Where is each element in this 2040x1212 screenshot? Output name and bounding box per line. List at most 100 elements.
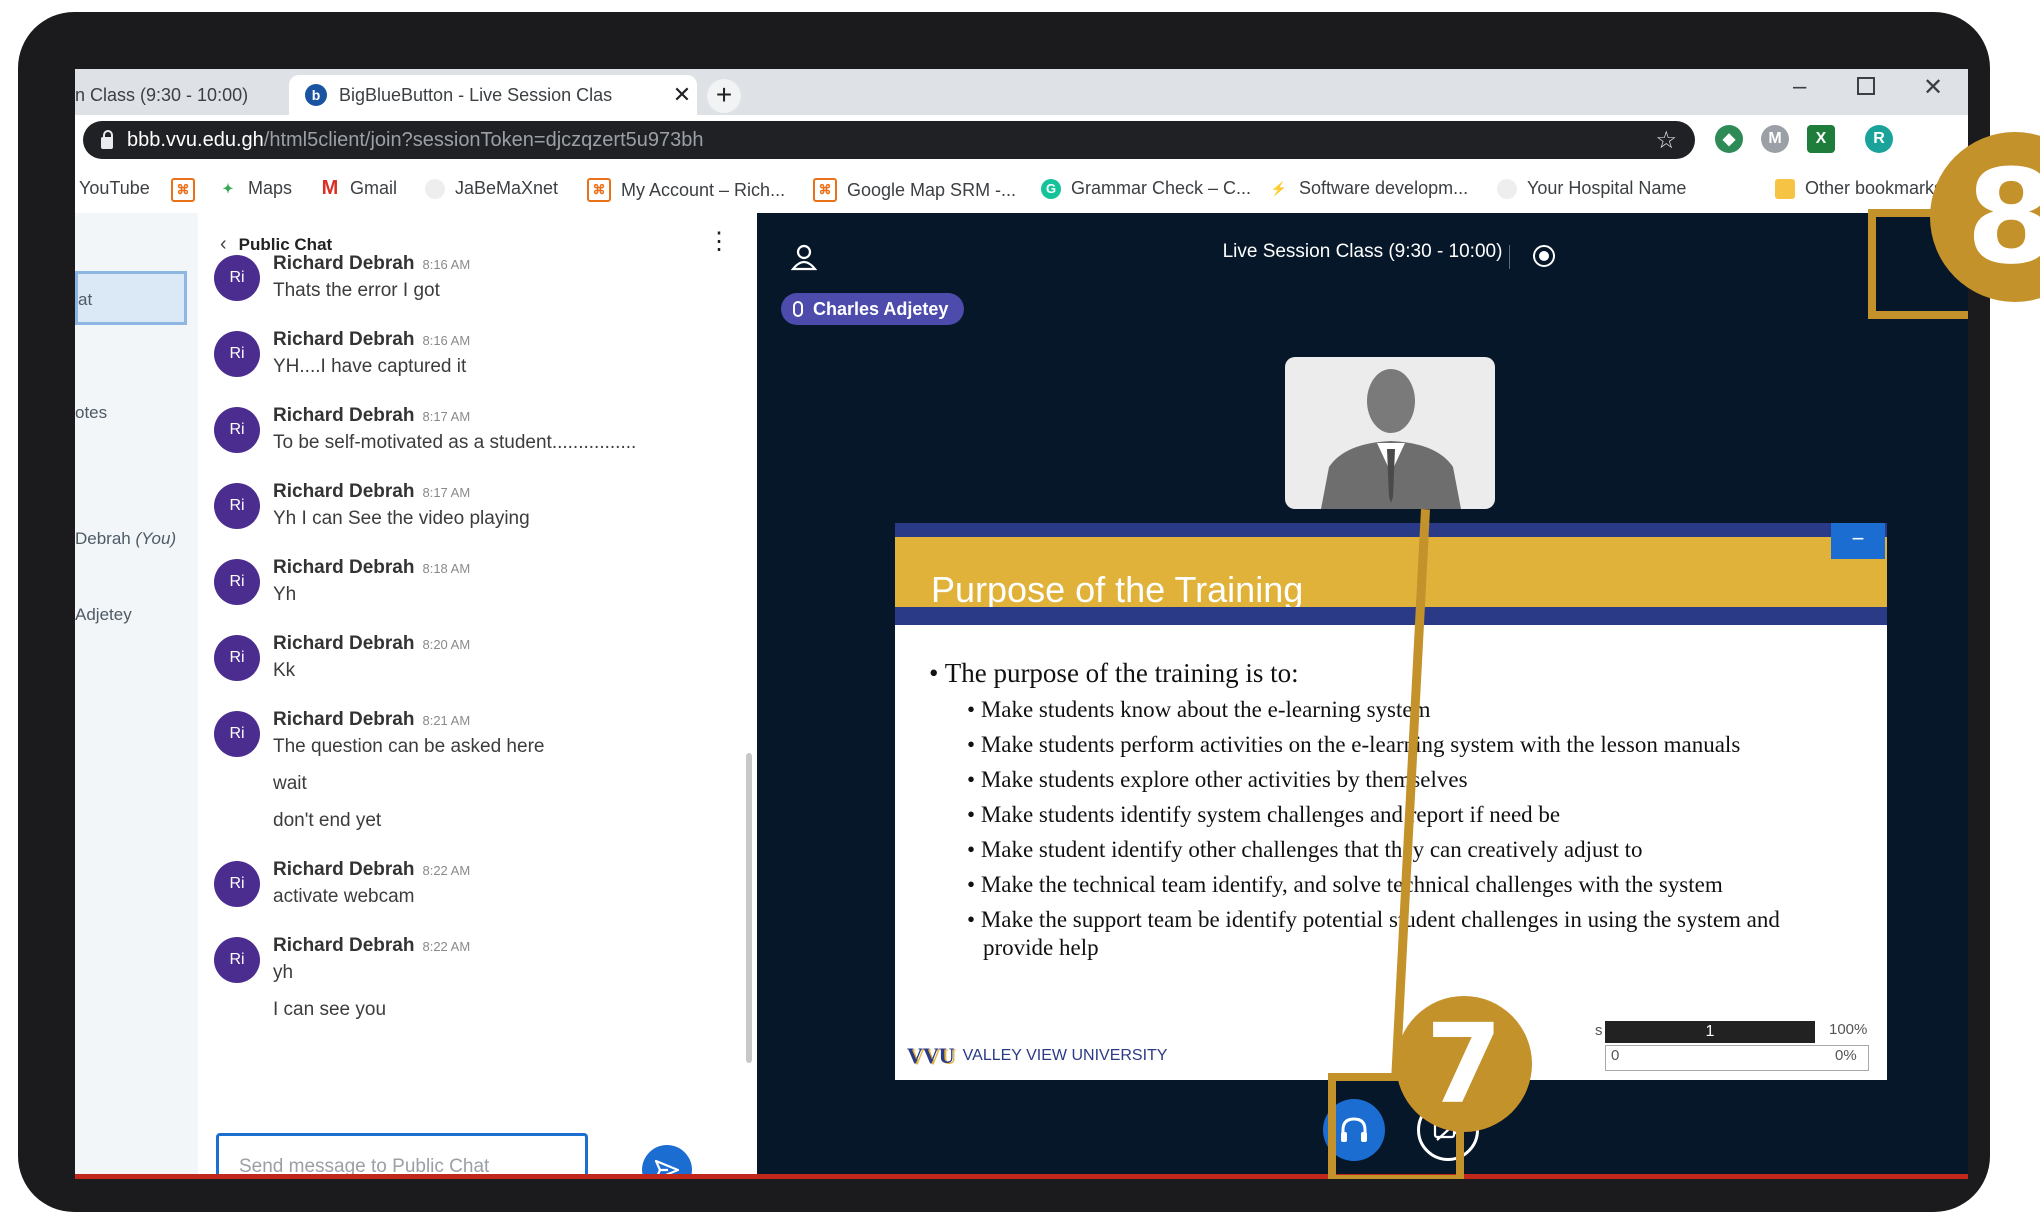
presentation-area: Live Session Class (9:30 - 10:00) ⋮ Char…	[757, 213, 1968, 1179]
folder-icon	[1775, 178, 1795, 199]
message-author: Richard Debrah 8:17 AM	[273, 481, 470, 503]
extension-globe-icon[interactable]: ◆	[1715, 125, 1743, 153]
html-icon: ⌘	[587, 178, 611, 202]
recording-icon[interactable]	[1533, 245, 1555, 267]
talking-indicator: Charles Adjetey	[781, 293, 965, 325]
bookmark-label: My Account – Rich...	[621, 179, 786, 200]
message-time: 8:20 AM	[422, 637, 471, 652]
message-time: 8:21 AM	[422, 713, 471, 728]
slide-band-bottom	[895, 607, 1887, 625]
slide-bullet: • Make student identify other challenges…	[967, 837, 1643, 862]
url-path: /html5client/join?sessionToken=djczqzert…	[263, 128, 704, 151]
bookmark-software-development[interactable]: ⚡ Software developm...	[1269, 178, 1468, 199]
address-bar[interactable]: bbb.vvu.edu.gh/html5client/join?sessionT…	[83, 121, 1695, 159]
message-time: 8:17 AM	[422, 485, 471, 500]
bookmark-label: YouTube	[79, 178, 150, 198]
avatar: Ri	[214, 861, 260, 907]
zoom-slider[interactable]	[1605, 1045, 1869, 1071]
bookmark-youtube[interactable]: YouTube	[79, 178, 150, 199]
user-item-self[interactable]: Debrah (You)	[75, 529, 176, 549]
message-author: Richard Debrah 8:22 AM	[273, 859, 470, 881]
html-icon: ⌘	[171, 178, 195, 202]
bookmark-grammar-check[interactable]: G Grammar Check – C...	[1041, 178, 1251, 199]
webcam-video[interactable]	[1285, 357, 1495, 509]
user-item-charles[interactable]: Adjetey	[75, 605, 132, 625]
author-name: Richard Debrah	[273, 633, 415, 654]
slide-bullet: • Make students perform activities on th…	[967, 732, 1741, 757]
bookmark-hospital[interactable]: Your Hospital Name	[1497, 178, 1686, 199]
divider	[1509, 245, 1510, 269]
minimize-presentation-button[interactable]: −	[1831, 523, 1885, 559]
extension-m-icon[interactable]: M	[1761, 125, 1789, 153]
message-author: Richard Debrah 8:16 AM	[273, 253, 470, 275]
extension-x-icon[interactable]: X	[1807, 125, 1835, 153]
avatar: Ri	[214, 331, 260, 377]
microphone-icon	[793, 301, 803, 317]
message-author: Richard Debrah 8:18 AM	[273, 557, 470, 579]
bookmark-star-icon[interactable]: ☆	[1655, 126, 1677, 155]
chat-panel: ‹ Public Chat ⋮ Ri Richard Debrah 8:16 AM T…	[198, 213, 757, 1179]
message-text: To be self-motivated as a student.......…	[273, 432, 637, 453]
bookmark-maps[interactable]: ✦ Maps	[218, 178, 292, 199]
bookmark-google-map-srm[interactable]: ⌘ Google Map SRM -...	[813, 178, 1016, 202]
laptop-frame: n Class (9:30 - 10:00) ✕ b BigBlueButton…	[18, 12, 1990, 1212]
close-tab-icon[interactable]: ✕	[667, 82, 697, 108]
profile-avatar[interactable]: R	[1865, 125, 1893, 153]
user-name: Debrah	[75, 529, 131, 548]
bookmarks-bar: YouTube ⌘ ✦ Maps M Gmail JaBeMaXnet ⌘ My Ac…	[75, 165, 1968, 214]
avatar: Ri	[214, 937, 260, 983]
message-text: Yh	[273, 584, 297, 605]
grammarly-icon: G	[1041, 178, 1061, 199]
tab-title: BigBlueButton - Live Session Clas	[339, 84, 613, 105]
bookmark-label: Your Hospital Name	[1527, 178, 1687, 198]
zoom-label-fragment: s	[1595, 1022, 1603, 1039]
user-name: Adjetey	[75, 605, 132, 624]
public-chat-nav-item[interactable]: at	[75, 271, 187, 325]
slide-bullet: • Make students explore other activities…	[967, 767, 1468, 792]
lock-icon	[101, 130, 113, 149]
zoom-percent: 100%	[1829, 1021, 1868, 1038]
chat-options-icon[interactable]: ⋮	[707, 227, 731, 256]
avatar: Ri	[214, 559, 260, 605]
minimize-window-icon[interactable]: –	[1793, 73, 1806, 101]
lightning-icon: ⚡	[1270, 180, 1288, 196]
bookmark-icon-orange[interactable]: ⌘	[171, 178, 205, 202]
shared-notes-nav-item[interactable]: otes	[75, 403, 107, 423]
nav-label: otes	[75, 403, 108, 422]
bookmark-my-account[interactable]: ⌘ My Account – Rich...	[587, 178, 785, 202]
vvu-logo-mark: VVU	[907, 1043, 955, 1068]
slide-band-top	[895, 523, 1887, 537]
message-text: The question can be asked here	[273, 736, 545, 757]
new-tab-button[interactable]: +	[707, 79, 741, 113]
bookmark-label: Maps	[248, 178, 293, 198]
talker-name: Charles Adjetey	[813, 298, 949, 319]
message-author: Richard Debrah 8:16 AM	[273, 329, 470, 351]
person-silhouette-icon	[1321, 369, 1461, 509]
bookmark-label: Other bookmarks	[1805, 178, 1944, 198]
bookmark-other[interactable]: Other bookmarks	[1775, 178, 1943, 199]
message-time: 8:22 AM	[422, 863, 471, 878]
message-text: activate webcam	[273, 886, 415, 907]
restore-window-icon[interactable]	[1857, 77, 1875, 95]
chat-message-input[interactable]: Send message to Public Chat	[216, 1133, 588, 1179]
bookmark-jabemax[interactable]: JaBeMaXnet	[425, 178, 558, 199]
chat-scrollbar[interactable]	[746, 753, 752, 1063]
zoom-min: 0	[1611, 1047, 1620, 1064]
close-window-icon[interactable]: ✕	[1923, 73, 1943, 102]
message-author: Richard Debrah 8:17 AM	[273, 405, 470, 427]
message-time: 8:22 AM	[422, 939, 471, 954]
bookmark-label: JaBeMaXnet	[455, 178, 559, 198]
bookmark-label: Software developm...	[1299, 178, 1469, 198]
avatar: Ri	[214, 635, 260, 681]
zoom-control[interactable]: s 1 100% 0 0%	[1595, 1019, 1885, 1075]
tab-strip: n Class (9:30 - 10:00) ✕ b BigBlueButton…	[75, 69, 1968, 115]
session-title: Live Session Class (9:30 - 10:00)	[1222, 241, 1503, 262]
nav-label: at	[78, 290, 93, 309]
author-name: Richard Debrah	[273, 709, 415, 730]
author-name: Richard Debrah	[273, 859, 415, 880]
page-number: 1	[1605, 1021, 1815, 1043]
bookmark-label: Grammar Check – C...	[1071, 178, 1252, 198]
tab-bigbluebutton[interactable]: b BigBlueButton - Live Session Clas ✕	[289, 75, 697, 115]
bookmark-label: Gmail	[350, 178, 398, 198]
bookmark-gmail[interactable]: M Gmail	[320, 177, 398, 199]
